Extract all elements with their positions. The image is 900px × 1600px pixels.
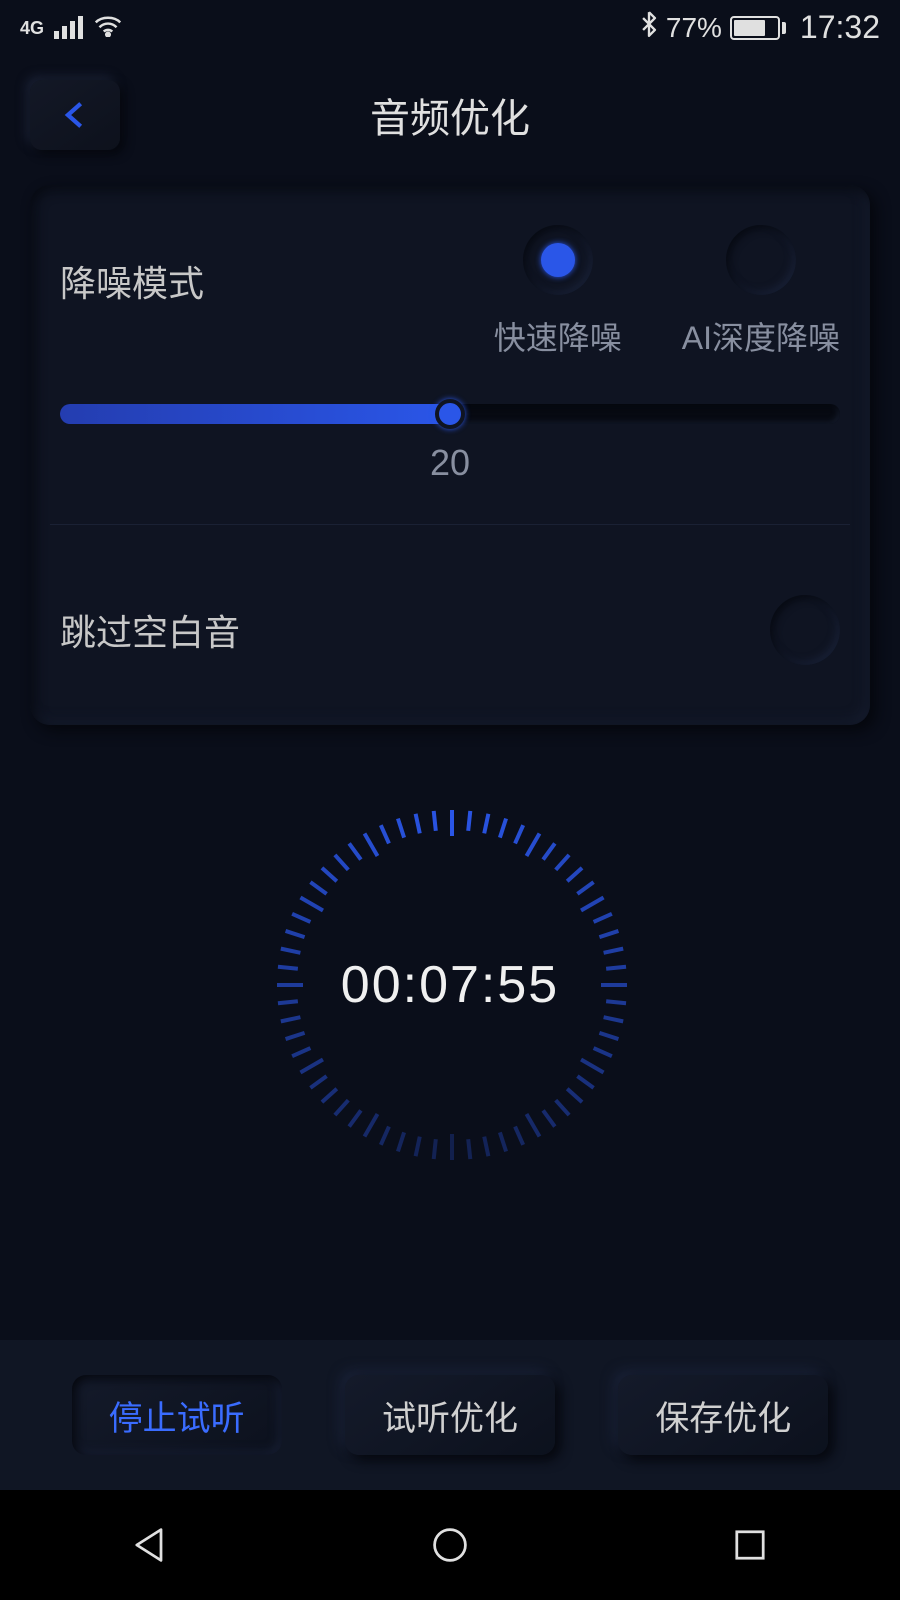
slider-thumb[interactable] bbox=[435, 399, 465, 429]
signal-icon bbox=[54, 16, 83, 39]
timer-dial: 00:07:55 bbox=[250, 785, 650, 1185]
radio-unselected-icon bbox=[726, 225, 796, 295]
nav-recent-button[interactable] bbox=[728, 1523, 772, 1567]
wifi-icon bbox=[93, 12, 123, 44]
battery-pct: 77% bbox=[666, 12, 722, 44]
noise-slider[interactable] bbox=[60, 404, 840, 424]
nav-home-button[interactable] bbox=[428, 1523, 472, 1567]
nav-back-button[interactable] bbox=[128, 1523, 172, 1567]
noise-mode-fast-label: 快速降噪 bbox=[494, 313, 622, 359]
divider bbox=[50, 524, 850, 525]
status-bar: 4G 77% 17:32 bbox=[0, 0, 900, 55]
preview-button[interactable]: 试听优化 bbox=[345, 1375, 555, 1455]
timer-display: 00:07:55 bbox=[341, 955, 559, 1015]
slider-fill bbox=[60, 404, 450, 424]
system-nav-bar bbox=[0, 1490, 900, 1600]
preview-label: 试听优化 bbox=[382, 1391, 518, 1440]
noise-mode-fast-option[interactable]: 快速降噪 bbox=[494, 225, 622, 359]
bluetooth-icon bbox=[640, 11, 658, 44]
header: 音频优化 bbox=[0, 55, 900, 175]
noise-mode-label: 降噪模式 bbox=[60, 225, 204, 307]
battery-icon bbox=[730, 16, 786, 40]
chevron-left-icon bbox=[58, 98, 92, 132]
timer-section: 00:07:55 bbox=[0, 785, 900, 1185]
noise-mode-row: 降噪模式 快速降噪 AI深度降噪 bbox=[60, 225, 840, 359]
clock: 17:32 bbox=[800, 9, 880, 46]
save-label: 保存优化 bbox=[655, 1391, 791, 1440]
back-button[interactable] bbox=[30, 80, 120, 150]
save-button[interactable]: 保存优化 bbox=[618, 1375, 828, 1455]
network-label: 4G bbox=[20, 19, 44, 37]
skip-silence-row: 跳过空白音 bbox=[60, 595, 840, 665]
stop-preview-label: 停止试听 bbox=[109, 1391, 245, 1440]
noise-mode-ai-option[interactable]: AI深度降噪 bbox=[682, 225, 840, 359]
stop-preview-button[interactable]: 停止试听 bbox=[72, 1375, 282, 1455]
skip-silence-toggle[interactable] bbox=[770, 595, 840, 665]
bottom-actions: 停止试听 试听优化 保存优化 bbox=[0, 1340, 900, 1490]
noise-slider-value: 20 bbox=[60, 442, 840, 484]
radio-selected-icon bbox=[523, 225, 593, 295]
noise-mode-ai-label: AI深度降噪 bbox=[682, 313, 840, 359]
settings-panel: 降噪模式 快速降噪 AI深度降噪 20 跳过空白音 bbox=[30, 185, 870, 725]
skip-silence-label: 跳过空白音 bbox=[60, 604, 240, 656]
page-title: 音频优化 bbox=[0, 86, 900, 144]
